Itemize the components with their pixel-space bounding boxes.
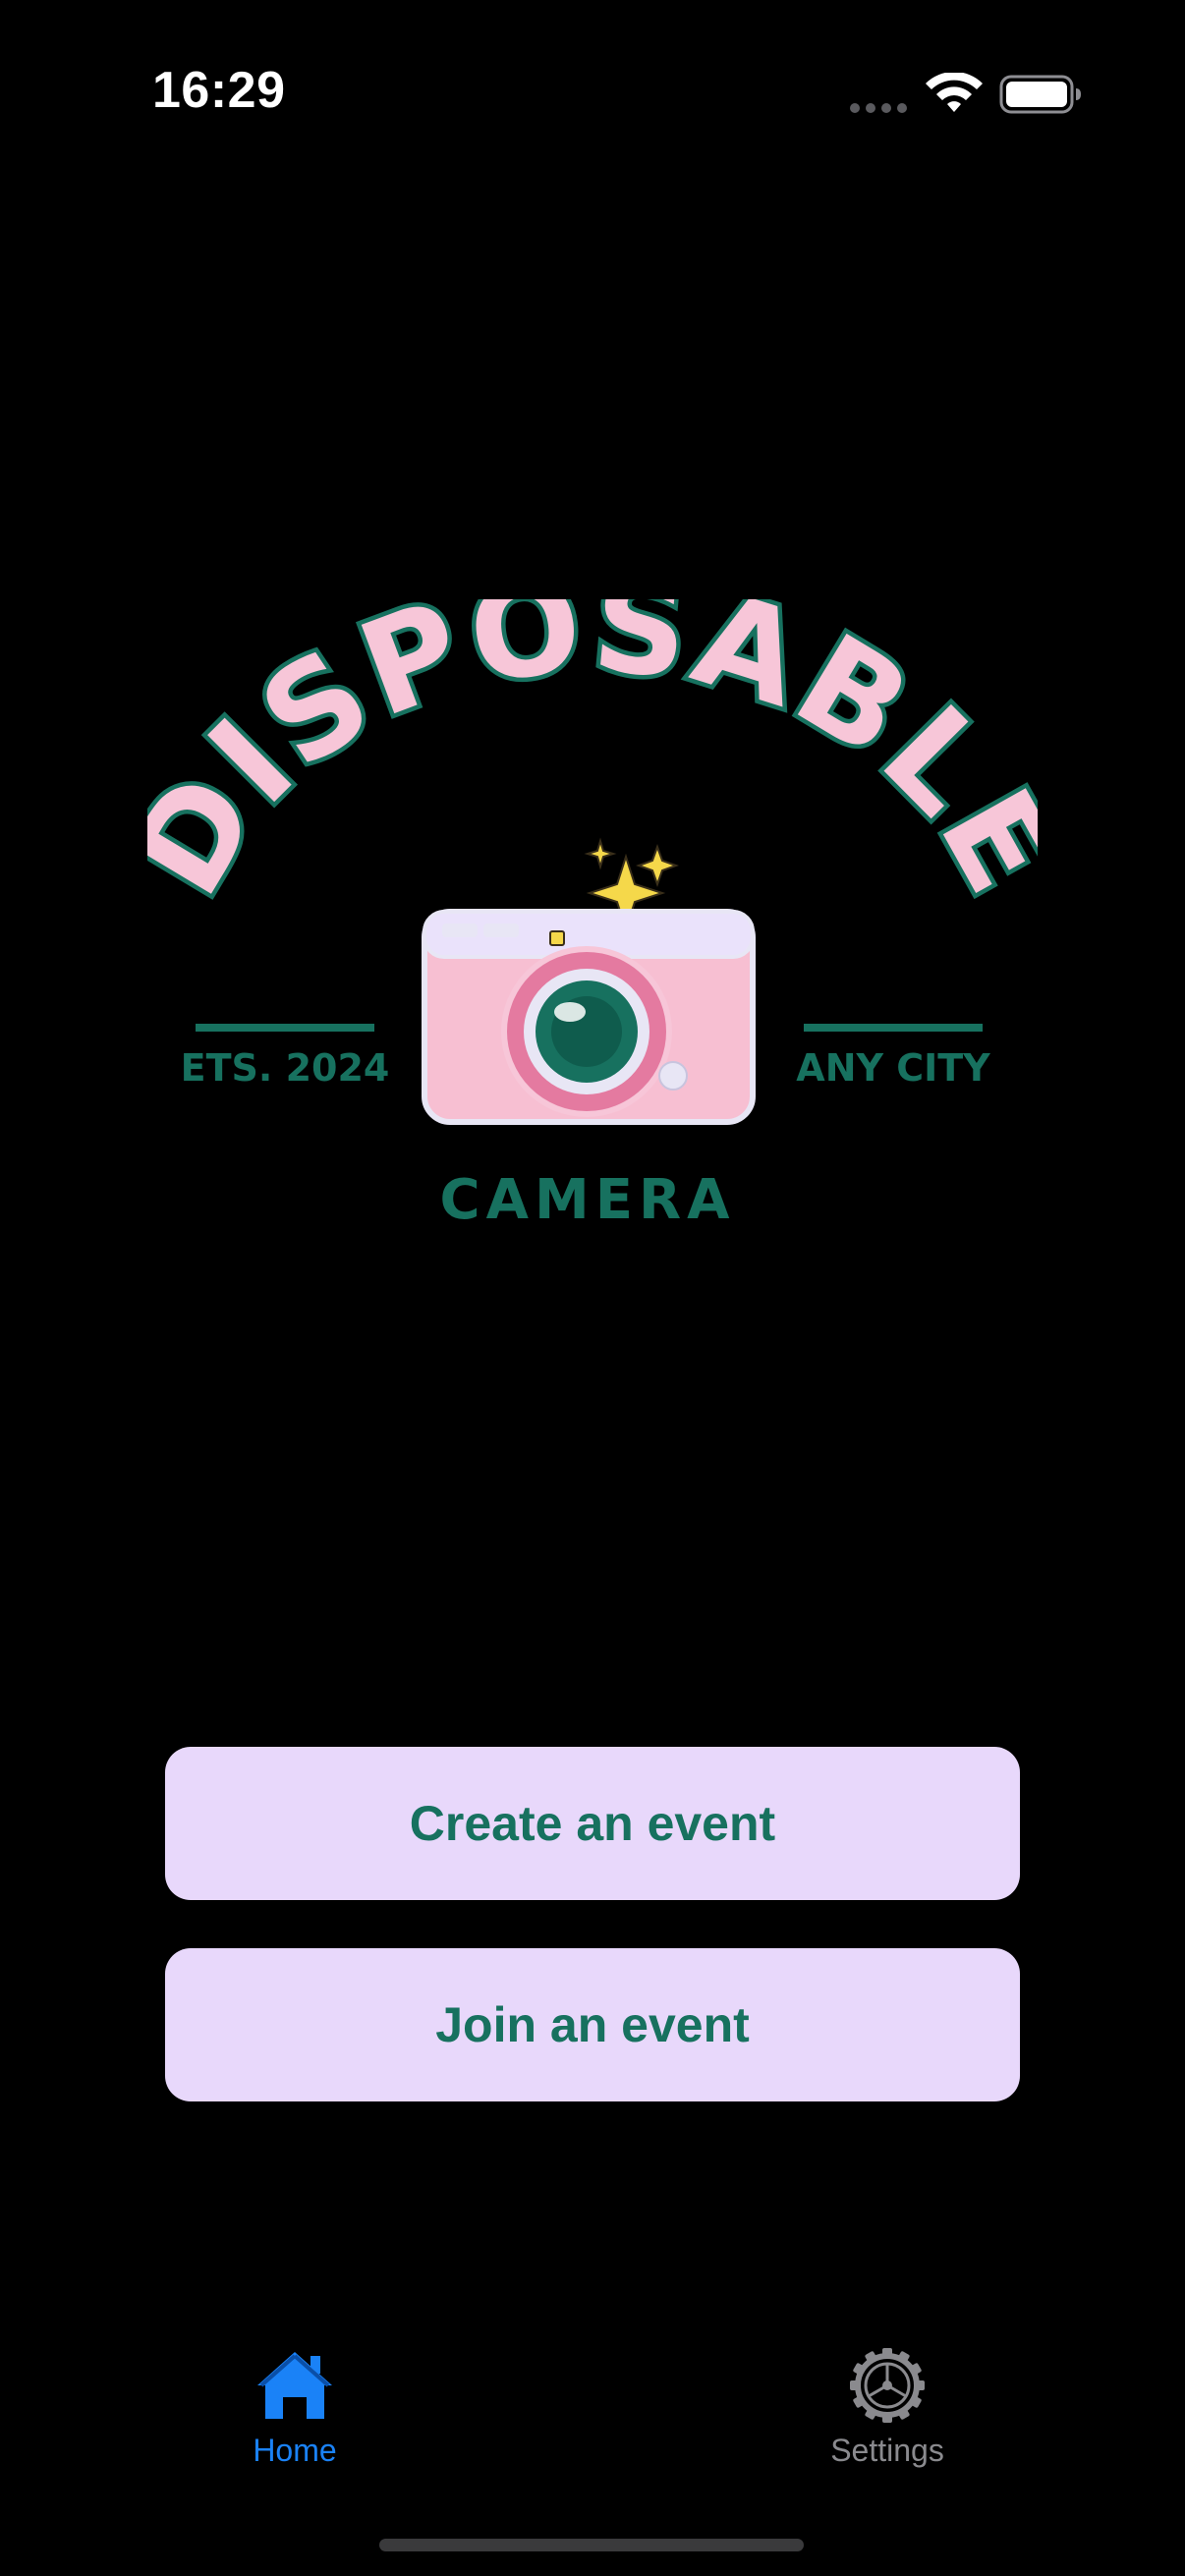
tab-settings-label: Settings	[830, 2433, 944, 2468]
cellular-signal-icon	[850, 103, 907, 113]
join-event-button[interactable]: Join an event	[165, 1948, 1020, 2101]
home-indicator	[379, 2539, 804, 2551]
logo-right-tag: ANY CITY	[796, 1046, 990, 1090]
tab-settings[interactable]: Settings	[760, 2346, 1015, 2493]
join-event-label: Join an event	[435, 1997, 750, 2052]
status-time: 16:29	[152, 62, 286, 119]
wifi-icon	[926, 73, 983, 112]
logo-subtitle: CAMERA	[440, 1168, 736, 1232]
logo-title: DISPOSABLE	[98, 544, 1088, 924]
tab-home-label: Home	[253, 2433, 337, 2468]
logo-left-tag: ETS. 2024	[181, 1046, 390, 1090]
gear-icon	[850, 2348, 925, 2423]
create-event-label: Create an event	[409, 1796, 776, 1851]
battery-icon	[999, 75, 1081, 114]
status-bar: 16:29	[0, 0, 1185, 187]
create-event-button[interactable]: Create an event	[165, 1747, 1020, 1900]
tab-home[interactable]: Home	[167, 2346, 423, 2493]
house-icon	[257, 2352, 332, 2419]
camera-logo-icon: DISPOSABLE ETS. 2024 ANY CITY CAMERA	[98, 544, 1088, 1232]
disposable-camera-logo: DISPOSABLE ETS. 2024 ANY CITY CAMERA	[98, 544, 1088, 1267]
svg-text:DISPOSABLE: DISPOSABLE	[147, 599, 1038, 921]
